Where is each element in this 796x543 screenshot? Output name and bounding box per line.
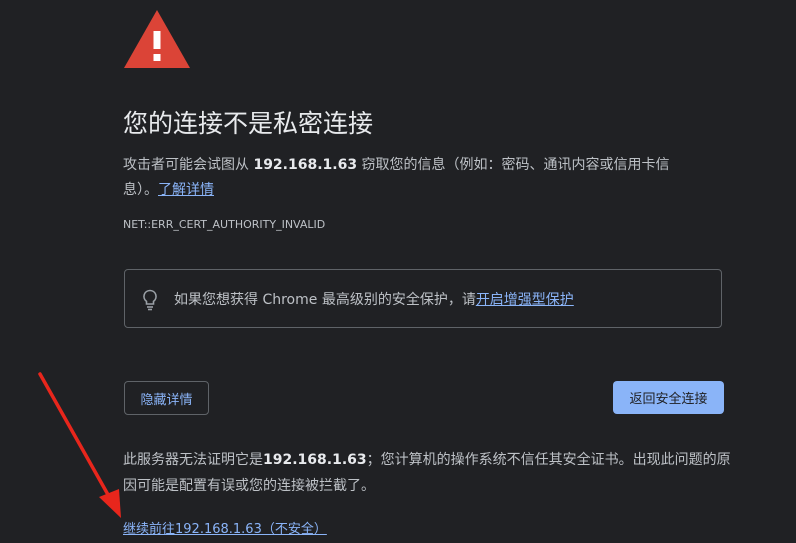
learn-more-link[interactable]: 了解详情 (158, 182, 214, 198)
page-title: 您的连接不是私密连接 (123, 109, 374, 138)
enhanced-protection-message: 如果您想获得 Chrome 最高级别的安全保护，请 (174, 292, 476, 308)
warning-triangle-icon (124, 10, 190, 68)
details-prefix: 此服务器无法证明它是 (123, 452, 263, 468)
warning-description: 攻击者可能会试图从 192.168.1.63 窃取您的信息（例如：密码、通讯内容… (123, 153, 698, 203)
proceed-unsafe-link[interactable]: 继续前往192.168.1.63（不安全） (123, 518, 327, 537)
lightbulb-icon (143, 289, 157, 311)
enhanced-protection-box: 如果您想获得 Chrome 最高级别的安全保护，请开启增强型保护 (124, 269, 722, 328)
description-prefix: 攻击者可能会试图从 (123, 157, 254, 173)
enhanced-protection-text: 如果您想获得 Chrome 最高级别的安全保护，请开启增强型保护 (174, 289, 574, 309)
details-host: 192.168.1.63 (263, 452, 367, 468)
hide-details-button[interactable]: 隐藏详情 (124, 381, 209, 415)
details-explanation: 此服务器无法证明它是192.168.1.63；您计算机的操作系统不信任其安全证书… (123, 447, 733, 499)
enhanced-protection-link[interactable]: 开启增强型保护 (476, 292, 574, 308)
back-to-safety-button[interactable]: 返回安全连接 (613, 381, 724, 414)
error-code: NET::ERR_CERT_AUTHORITY_INVALID (123, 218, 326, 231)
host-address: 192.168.1.63 (253, 157, 358, 173)
